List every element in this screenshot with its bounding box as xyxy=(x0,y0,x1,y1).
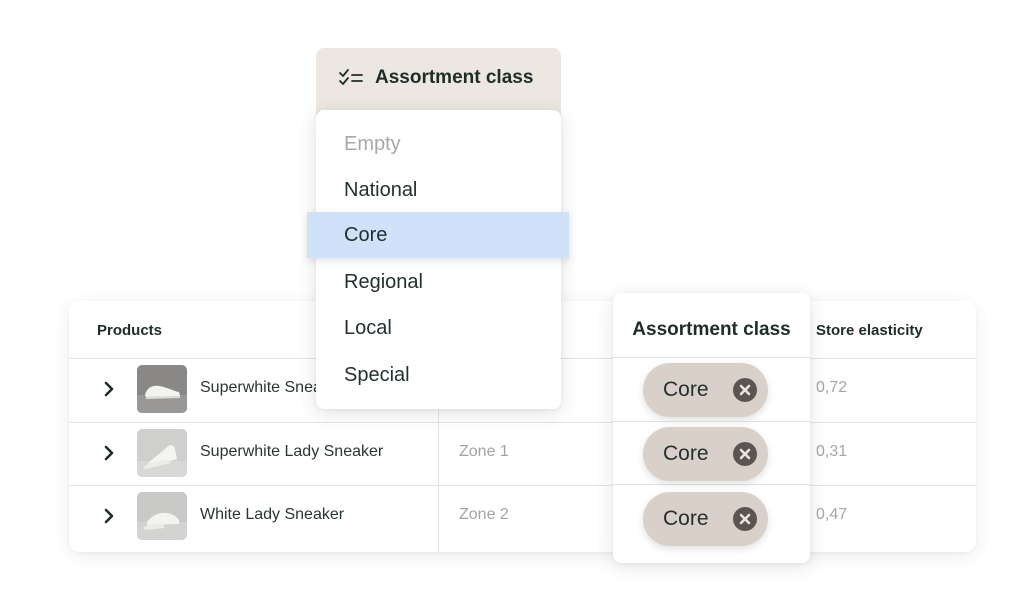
table-row[interactable]: Superwhite Lady Sneaker Zone 1 0,31 xyxy=(69,422,976,486)
assortment-class-dropdown-menu: Empty National Core Regional Local Speci… xyxy=(307,110,569,409)
chevron-right-icon[interactable] xyxy=(101,505,117,527)
row-divider xyxy=(613,484,810,485)
dropdown-title: Assortment class xyxy=(375,67,534,88)
option-empty[interactable]: Empty xyxy=(316,121,561,167)
close-circle-icon[interactable] xyxy=(733,378,757,402)
chip-label: Core xyxy=(663,507,709,530)
product-name[interactable]: Superwhite Lady Sneaker xyxy=(200,443,383,461)
checklist-icon xyxy=(339,69,363,85)
chip-label: Core xyxy=(663,442,709,465)
option-national[interactable]: National xyxy=(316,167,561,213)
close-circle-icon[interactable] xyxy=(733,507,757,531)
chip-label: Core xyxy=(663,378,709,401)
assortment-class-column: Assortment class Core Core Core xyxy=(613,293,810,563)
option-local[interactable]: Local xyxy=(316,305,561,351)
product-thumbnail xyxy=(137,429,187,477)
option-regional[interactable]: Regional xyxy=(316,259,561,305)
column-header-assortment-class[interactable]: Assortment class xyxy=(613,319,810,341)
column-header-store-elasticity[interactable]: Store elasticity xyxy=(816,322,923,339)
store-elasticity-value: 0,47 xyxy=(816,506,848,523)
assortment-chip[interactable]: Core xyxy=(643,363,768,417)
row-divider xyxy=(613,421,810,422)
product-name[interactable]: White Lady Sneaker xyxy=(200,506,344,524)
assortment-chip[interactable]: Core xyxy=(643,492,768,546)
store-elasticity-value: 0,31 xyxy=(816,443,848,460)
option-core[interactable]: Core xyxy=(307,212,569,258)
chevron-right-icon[interactable] xyxy=(101,442,117,464)
product-thumbnail xyxy=(137,492,187,540)
option-special[interactable]: Special xyxy=(316,352,561,398)
zone-value: Zone 1 xyxy=(459,443,509,460)
header-divider xyxy=(613,357,810,358)
chevron-right-icon[interactable] xyxy=(101,378,117,400)
table-row[interactable]: White Lady Sneaker Zone 2 0,47 xyxy=(69,485,976,549)
column-header-products[interactable]: Products xyxy=(97,322,162,339)
assortment-chip[interactable]: Core xyxy=(643,427,768,481)
product-thumbnail xyxy=(137,365,187,413)
store-elasticity-value: 0,72 xyxy=(816,379,848,396)
zone-value: Zone 2 xyxy=(459,506,509,523)
close-circle-icon[interactable] xyxy=(733,442,757,466)
